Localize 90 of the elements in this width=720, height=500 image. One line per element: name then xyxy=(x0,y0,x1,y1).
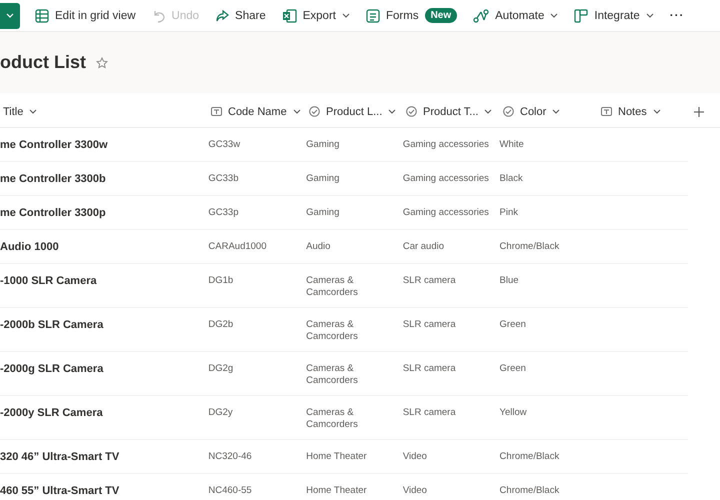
chevron-icon xyxy=(342,13,350,18)
table-cell-text: Cameras & Camcorders xyxy=(305,406,359,432)
table-cell-text: CARAud1000 xyxy=(207,240,268,254)
chevron-icon xyxy=(29,109,38,114)
table-cell-text: -1000 SLR Camera xyxy=(0,274,98,289)
table-cell-text: SLR camera xyxy=(402,318,457,332)
column-header[interactable]: Product T... xyxy=(406,106,492,118)
new-badge: New xyxy=(424,8,458,23)
table-cell-text: Cameras & Camcorders xyxy=(305,274,359,300)
table-cell-text: 320 46” Ultra-Smart TV xyxy=(0,450,120,465)
grid-icon xyxy=(35,8,49,22)
table-cell-text: NC320-46 xyxy=(207,450,253,464)
list-title: oduct List xyxy=(0,52,86,73)
table-cell-text: GC33b xyxy=(207,172,240,186)
table-cell-text: DG2g xyxy=(207,362,234,376)
table-cell-text: Gaming accessories xyxy=(402,172,490,186)
table-cell-text: Chrome/Black xyxy=(498,240,560,254)
column-header[interactable]: Notes xyxy=(601,106,661,118)
table-cell-text: SLR camera xyxy=(402,362,457,376)
table-cell-text: GC33w xyxy=(207,138,242,152)
text-field-icon xyxy=(211,107,222,116)
share-icon xyxy=(215,8,230,22)
share-button[interactable]: Share xyxy=(207,2,274,30)
table-cell-text: White xyxy=(498,138,525,152)
flow-icon xyxy=(473,8,490,22)
table-cell-text: -2000y SLR Camera xyxy=(0,406,104,421)
table-cell-text: Cameras & Camcorders xyxy=(305,318,359,344)
form-icon xyxy=(366,8,380,22)
table-cell-text: Pink xyxy=(498,206,520,220)
table-cell-text: Chrome/Black xyxy=(498,450,560,464)
plus-icon[interactable] xyxy=(694,106,704,116)
table-cell-text: Video xyxy=(402,450,428,464)
table-cell-text: Gaming accessories xyxy=(402,206,490,220)
table-cell-text: Home Theater xyxy=(305,450,368,464)
spreadsheet-icon xyxy=(282,8,297,22)
table-cell-text: Video xyxy=(402,484,428,498)
table-cell-text: Green xyxy=(498,318,527,332)
table-cell-text: Chrome/Black xyxy=(498,484,560,498)
table-cell-text: Gaming xyxy=(305,172,340,186)
table-cell-text: -2000b SLR Camera xyxy=(0,318,104,333)
more-button[interactable]: ··· xyxy=(662,2,692,30)
new-menu-button[interactable] xyxy=(0,2,20,28)
table-cell-text: NC460-55 xyxy=(207,484,253,498)
chevron-icon xyxy=(652,109,661,114)
star-icon[interactable] xyxy=(96,56,108,68)
check-circle-icon xyxy=(503,106,514,117)
integrate-icon xyxy=(574,8,588,22)
table-cell-text: -2000g SLR Camera xyxy=(0,362,104,377)
column-header[interactable]: Code Name xyxy=(211,106,301,118)
table-cell-text: GC33p xyxy=(207,206,240,220)
forms-button[interactable]: Forms New xyxy=(358,2,466,30)
chevron-icon xyxy=(388,109,396,114)
table-cell-text: Car audio xyxy=(402,240,446,254)
table-cell-text: Black xyxy=(498,172,524,186)
table-cell-text: Green xyxy=(498,362,527,376)
automate-button[interactable]: Automate xyxy=(465,2,566,30)
chevron-icon xyxy=(484,109,492,114)
chevron-icon xyxy=(552,109,560,114)
table-cell-text: Cameras & Camcorders xyxy=(305,362,359,388)
grid-button[interactable]: Edit in grid view xyxy=(27,2,144,30)
table-cell-text: Gaming xyxy=(305,138,340,152)
table-cell-text: Blue xyxy=(498,274,520,288)
integrate-button[interactable]: Integrate xyxy=(566,2,662,30)
table-cell-text: DG2b xyxy=(207,318,234,332)
table-cell-text: Gaming accessories xyxy=(402,138,490,152)
check-circle-icon xyxy=(406,106,417,117)
export-button[interactable]: Export xyxy=(274,2,358,30)
table-cell-text: Home Theater xyxy=(305,484,368,498)
table-cell-text: Gaming xyxy=(305,206,340,220)
text-field-icon xyxy=(601,107,612,116)
table-cell-text: me Controller 3300b xyxy=(0,172,107,187)
column-header[interactable]: Title xyxy=(3,106,38,118)
table-cell-text: SLR camera xyxy=(402,406,457,420)
chevron-icon xyxy=(6,13,14,18)
undo-icon xyxy=(152,8,166,22)
check-circle-icon xyxy=(309,106,320,117)
chevron-icon xyxy=(646,13,654,18)
table-cell-text: 460 55” Ultra-Smart TV xyxy=(0,484,120,499)
table-cell-text: Yellow xyxy=(498,406,528,420)
table-cell-text: me Controller 3300p xyxy=(0,206,107,221)
table-cell-text: SLR camera xyxy=(402,274,457,288)
column-header[interactable]: Color xyxy=(503,106,560,118)
table-cell-text: me Controller 3300w xyxy=(0,138,109,153)
table-cell-text: DG1b xyxy=(207,274,234,288)
chevron-icon xyxy=(292,109,301,114)
table-cell-text: DG2y xyxy=(207,406,234,420)
column-header[interactable]: Product L... xyxy=(309,106,396,118)
table-cell-text: Audio 1000 xyxy=(0,240,60,255)
table-cell-text: Audio xyxy=(305,240,332,254)
chevron-icon xyxy=(550,13,558,18)
